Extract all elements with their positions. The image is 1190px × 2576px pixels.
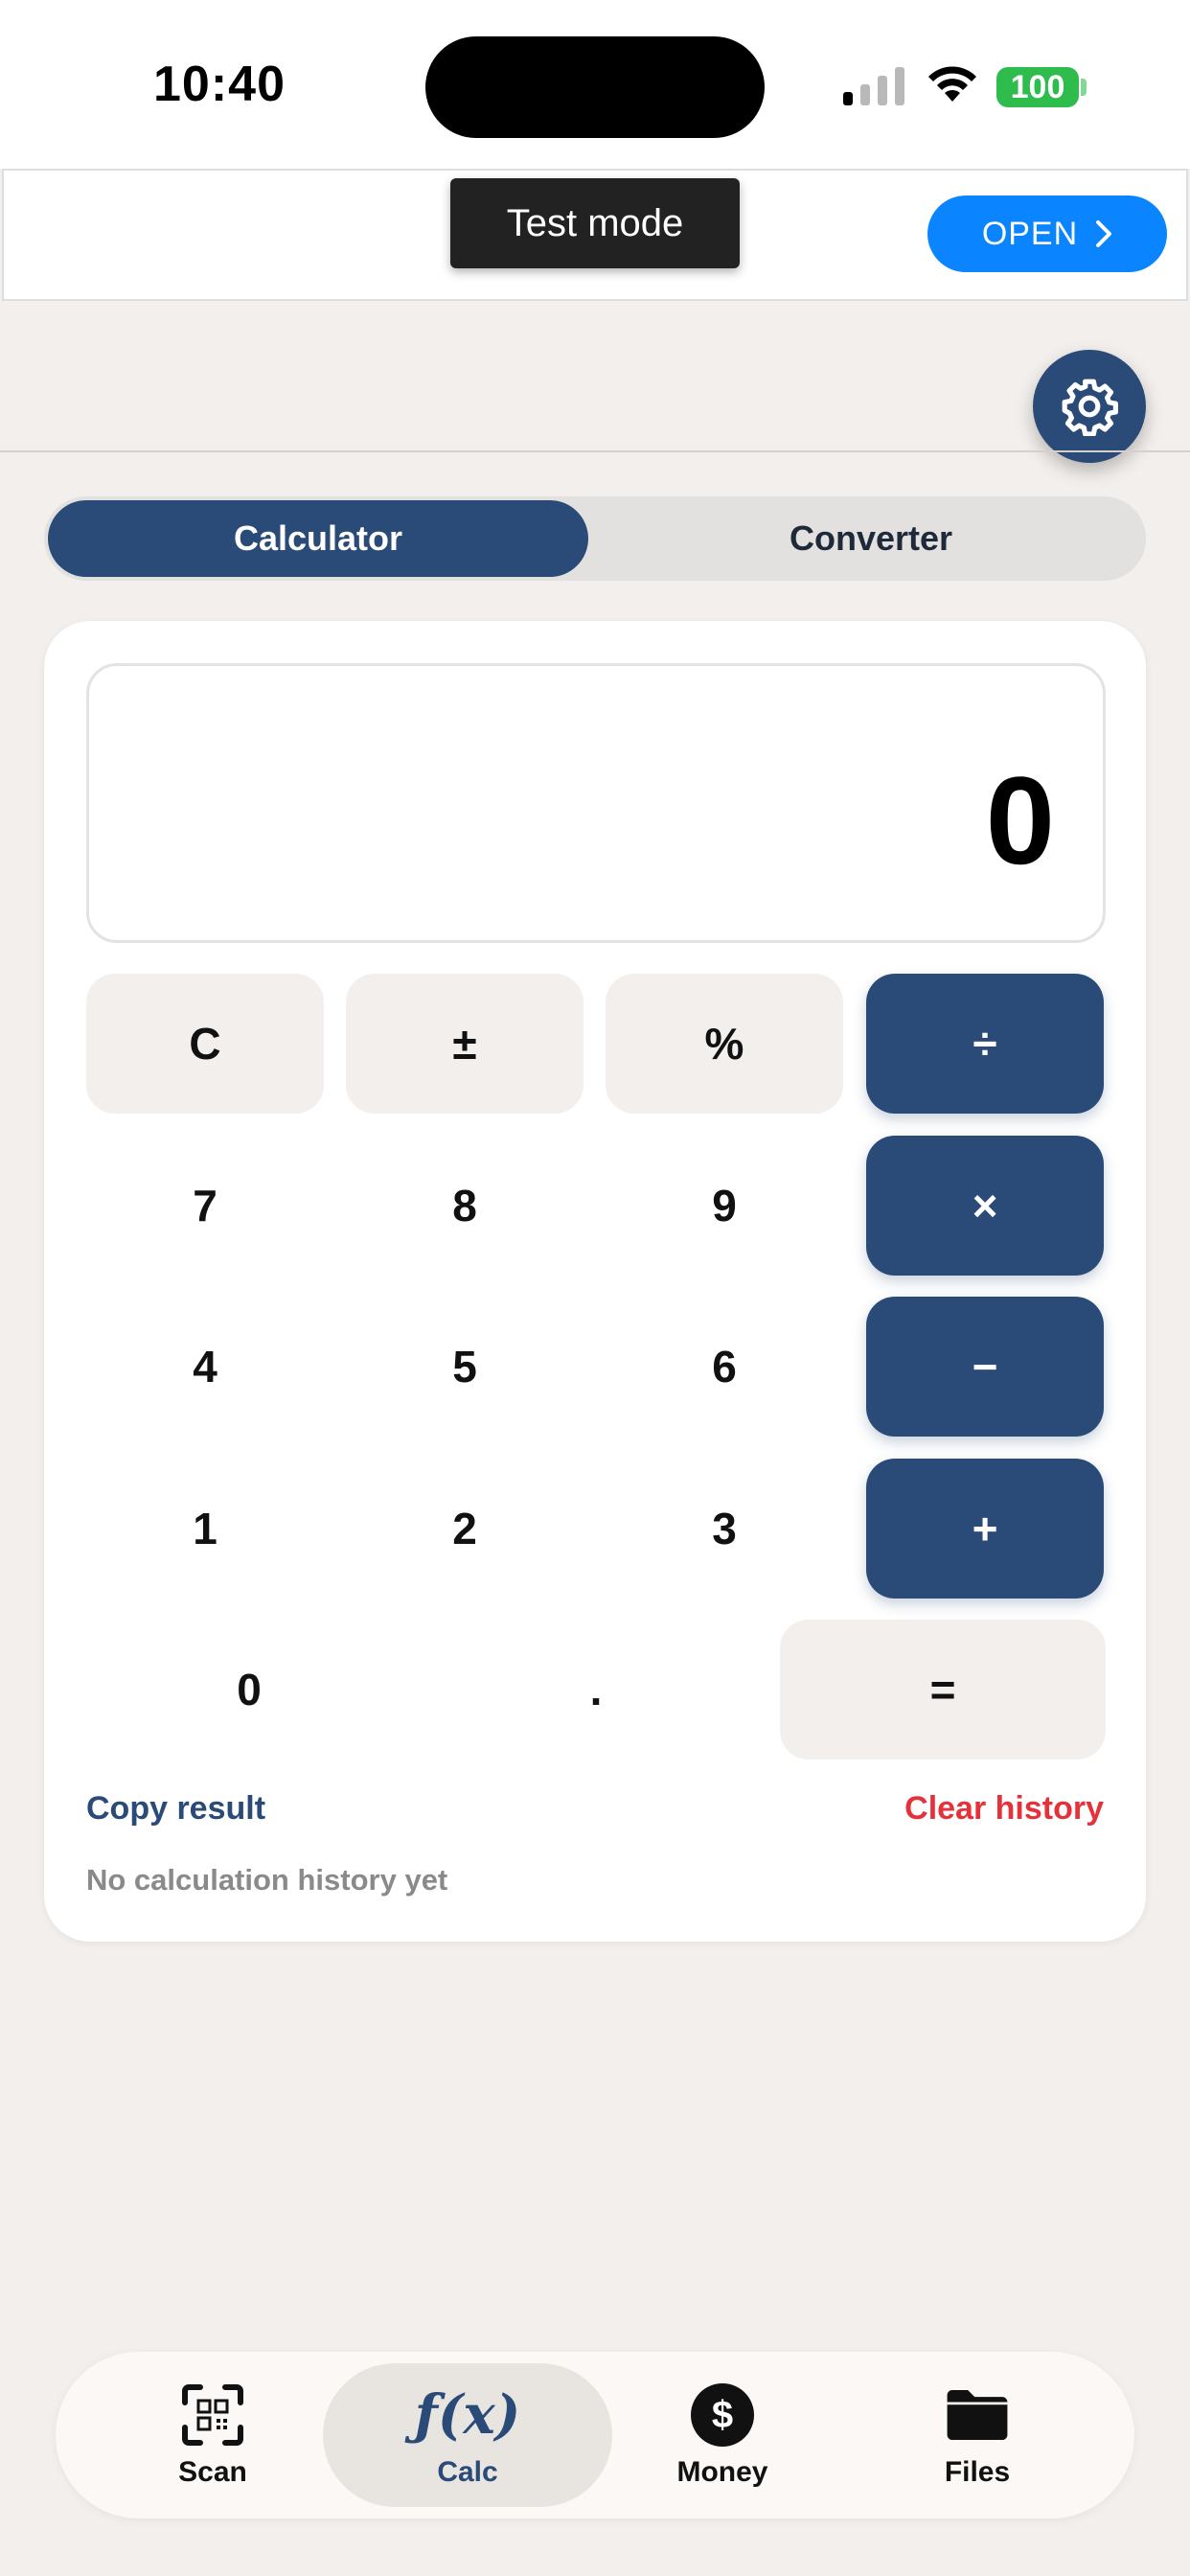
nav-label-money: Money [676, 2456, 768, 2488]
battery-icon: 100 [996, 67, 1079, 107]
nav-item-scan[interactable]: Scan [69, 2363, 356, 2507]
sign-key[interactable]: ± [346, 974, 584, 1114]
digit-0-key[interactable]: 0 [86, 1620, 412, 1760]
dollar-glyph: $ [691, 2383, 754, 2447]
copy-result-button[interactable]: Copy result [86, 1790, 265, 1828]
settings-button[interactable] [1033, 350, 1146, 463]
calculator-display: 0 [86, 663, 1106, 943]
digit-1-key[interactable]: 1 [86, 1459, 324, 1598]
digit-5-key[interactable]: 5 [346, 1297, 584, 1437]
header-divider [0, 450, 1190, 452]
tab-converter[interactable]: Converter [600, 500, 1142, 577]
digit-8-key[interactable]: 8 [346, 1136, 584, 1276]
clear-key[interactable]: C [86, 974, 324, 1114]
function-icon: ƒ(x) [414, 2383, 521, 2447]
decimal-key[interactable]: . [452, 1620, 740, 1760]
nav-label-scan: Scan [178, 2456, 247, 2488]
nav-item-money[interactable]: $ Money [579, 2363, 866, 2507]
signal-icon [843, 67, 904, 105]
nav-label-calc: Calc [437, 2456, 498, 2488]
plus-key[interactable]: + [866, 1459, 1104, 1598]
minus-key[interactable]: − [866, 1297, 1104, 1437]
ad-open-button[interactable]: OPEN [927, 196, 1167, 272]
digit-7-key[interactable]: 7 [86, 1136, 324, 1276]
display-value: 0 [985, 750, 1055, 890]
digit-4-key[interactable]: 4 [86, 1297, 324, 1437]
clear-history-button[interactable]: Clear history [904, 1790, 1104, 1828]
wifi-icon [928, 66, 976, 102]
mode-segmented-control: Calculator Converter [44, 496, 1146, 581]
history-empty-text: No calculation history yet [86, 1863, 448, 1897]
digit-6-key[interactable]: 6 [606, 1297, 843, 1437]
percent-key[interactable]: % [606, 974, 843, 1114]
gear-icon [1062, 379, 1118, 436]
nav-item-files[interactable]: Files [834, 2363, 1121, 2507]
chevron-right-icon [1096, 220, 1112, 247]
dynamic-island [425, 36, 765, 138]
digit-2-key[interactable]: 2 [346, 1459, 584, 1598]
qr-scan-icon [179, 2381, 246, 2449]
digit-3-key[interactable]: 3 [606, 1459, 843, 1598]
dollar-icon: $ [689, 2381, 756, 2449]
ad-open-label: OPEN [981, 215, 1079, 252]
divide-key[interactable]: ÷ [866, 974, 1104, 1114]
equals-key[interactable]: = [780, 1620, 1106, 1760]
digit-9-key[interactable]: 9 [606, 1136, 843, 1276]
folder-icon [944, 2381, 1011, 2449]
tab-calculator[interactable]: Calculator [48, 500, 588, 577]
nav-label-files: Files [944, 2456, 1011, 2488]
nav-item-calc[interactable]: ƒ(x) Calc [323, 2363, 612, 2507]
status-time: 10:40 [153, 57, 286, 112]
status-bar: 10:40 100 [0, 0, 1190, 169]
test-mode-badge: Test mode [450, 178, 740, 268]
multiply-key[interactable]: × [866, 1136, 1104, 1276]
battery-tip [1081, 79, 1087, 96]
